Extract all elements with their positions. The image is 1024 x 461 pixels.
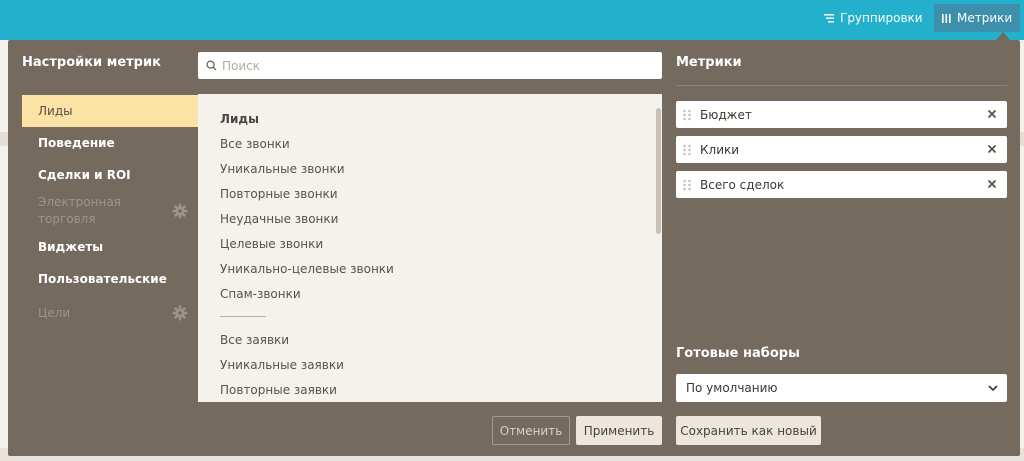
nav-item-label: Пользовательские bbox=[38, 272, 167, 286]
drag-handle-icon[interactable] bbox=[682, 179, 692, 191]
top-bar: Группировки Метрики bbox=[0, 0, 1024, 40]
list-item[interactable]: Повторные звонки bbox=[220, 185, 640, 210]
nav-item-label: Сделки и ROI bbox=[38, 168, 131, 182]
presets-selected-value: По умолчанию bbox=[686, 381, 778, 395]
metrics-title: Метрики bbox=[676, 55, 742, 70]
selected-metric-label: Бюджет bbox=[700, 107, 752, 122]
search-icon bbox=[206, 60, 217, 71]
grouping-icon bbox=[824, 13, 834, 23]
metric-list: Лиды Все звонки Уникальные звонки Повтор… bbox=[198, 94, 662, 402]
gear-icon[interactable] bbox=[172, 203, 188, 219]
drag-handle-icon[interactable] bbox=[682, 144, 692, 156]
panel-title: Настройки метрик bbox=[22, 55, 161, 70]
metrics-icon bbox=[942, 13, 951, 23]
metrics-settings-panel: Настройки метрик Лиды Поведение Сделки и… bbox=[8, 40, 1020, 456]
gear-icon[interactable] bbox=[172, 305, 188, 321]
presets-select[interactable]: По умолчанию bbox=[676, 374, 1007, 402]
nav-item-leads[interactable]: Лиды bbox=[22, 95, 198, 127]
selected-metric-chip[interactable]: Всего сделок bbox=[676, 171, 1007, 198]
nav-item-widgets[interactable]: Виджеты bbox=[22, 231, 198, 263]
nav-item-label: Виджеты bbox=[38, 240, 104, 254]
selected-metric-chip[interactable]: Бюджет bbox=[676, 101, 1007, 128]
search-input[interactable] bbox=[222, 58, 642, 73]
selected-metric-label: Всего сделок bbox=[700, 177, 785, 192]
search-box[interactable] bbox=[198, 52, 662, 79]
metrics-button[interactable]: Метрики bbox=[934, 4, 1020, 32]
presets-title: Готовые наборы bbox=[676, 346, 800, 361]
scrollbar[interactable] bbox=[654, 94, 662, 402]
nav-item-behavior[interactable]: Поведение bbox=[22, 127, 198, 159]
list-item[interactable]: Уникальные звонки bbox=[220, 160, 640, 185]
nav-item-label: Цели bbox=[38, 306, 71, 320]
list-item[interactable]: Все звонки bbox=[220, 135, 640, 160]
grouping-label: Группировки bbox=[840, 11, 923, 25]
nav-item-ecommerce: Электронная торговля bbox=[22, 191, 198, 231]
list-item[interactable]: Уникальные заявки bbox=[220, 356, 640, 381]
grouping-button[interactable]: Группировки bbox=[816, 4, 931, 32]
list-divider bbox=[220, 316, 266, 317]
divider bbox=[676, 85, 1007, 86]
selected-metric-label: Клики bbox=[700, 142, 740, 157]
selected-metric-chip[interactable]: Клики bbox=[676, 136, 1007, 163]
close-icon[interactable] bbox=[985, 107, 999, 121]
list-item[interactable]: Уникально-целевые звонки bbox=[220, 260, 640, 285]
popover-arrow bbox=[996, 32, 1010, 40]
save-as-new-button[interactable]: Сохранить как новый bbox=[676, 416, 821, 445]
category-nav: Лиды Поведение Сделки и ROI Электронная … bbox=[22, 95, 198, 331]
nav-item-label: Поведение bbox=[38, 136, 115, 150]
list-group-header: Лиды bbox=[220, 112, 259, 126]
nav-item-goals: Цели bbox=[22, 295, 198, 331]
drag-handle-icon[interactable] bbox=[682, 109, 692, 121]
list-item[interactable]: Повторные заявки bbox=[220, 381, 640, 402]
apply-button[interactable]: Применить bbox=[576, 416, 662, 445]
list-item[interactable]: Целевые звонки bbox=[220, 235, 640, 260]
list-item[interactable]: Все заявки bbox=[220, 331, 640, 356]
metrics-label: Метрики bbox=[957, 11, 1013, 25]
scrollbar-thumb[interactable] bbox=[656, 108, 661, 234]
chevron-down-icon bbox=[988, 385, 998, 392]
list-item[interactable]: Неудачные звонки bbox=[220, 210, 640, 235]
close-icon[interactable] bbox=[985, 177, 999, 191]
close-icon[interactable] bbox=[985, 142, 999, 156]
nav-item-custom[interactable]: Пользовательские bbox=[22, 263, 198, 295]
nav-item-deals-roi[interactable]: Сделки и ROI bbox=[22, 159, 198, 191]
list-item[interactable]: Спам-звонки bbox=[220, 285, 640, 310]
nav-item-label: Лиды bbox=[38, 104, 73, 118]
cancel-button[interactable]: Отменить bbox=[492, 416, 570, 445]
nav-item-label: Электронная торговля bbox=[38, 195, 121, 226]
